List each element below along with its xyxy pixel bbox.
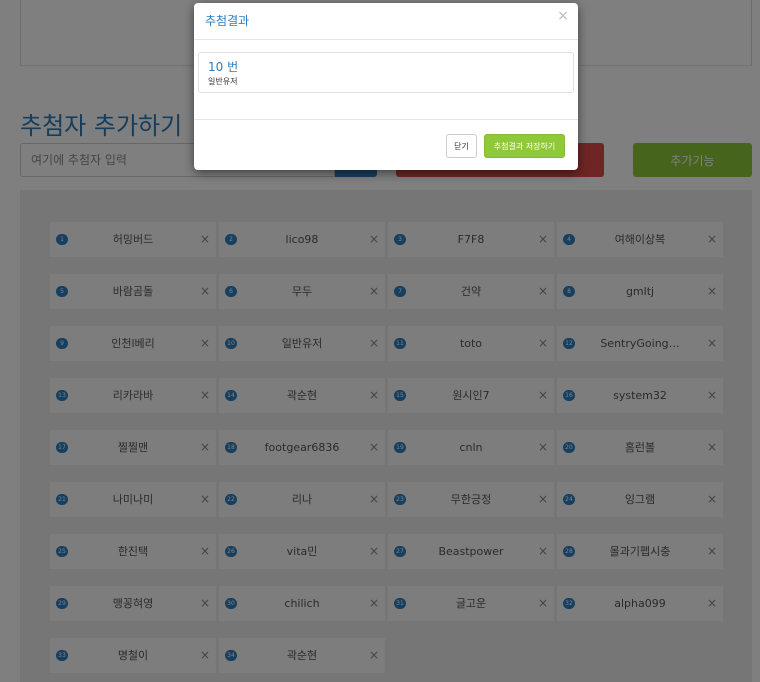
- result-number: 10 번: [208, 60, 239, 74]
- close-button[interactable]: 닫기: [446, 134, 477, 158]
- modal-footer: 닫기 추첨결과 저장하기: [194, 119, 578, 171]
- save-result-button[interactable]: 추첨결과 저장하기: [484, 134, 565, 158]
- result-box: 10 번 일반유저: [198, 52, 574, 93]
- modal-header: 추첨결과 ×: [194, 3, 578, 40]
- result-name: 일반유저: [208, 77, 238, 86]
- draw-result-modal: 추첨결과 × 10 번 일반유저 닫기 추첨결과 저장하기: [194, 3, 578, 170]
- modal-title: 추첨결과: [205, 14, 250, 28]
- close-icon[interactable]: ×: [556, 9, 570, 23]
